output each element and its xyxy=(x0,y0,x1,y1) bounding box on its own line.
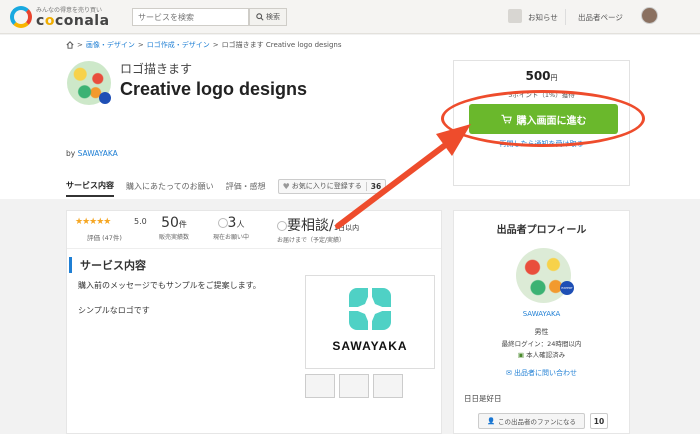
rating-score: 5.0 xyxy=(134,217,147,226)
header-divider xyxy=(565,9,566,25)
service-seller-link[interactable]: SAWAYAKA xyxy=(78,149,118,158)
rating-stars-icon: ★★★★★ xyxy=(75,217,111,227)
service-title: Creative logo designs xyxy=(120,79,308,99)
thumbnail-2[interactable] xyxy=(339,374,369,398)
price: 500円 xyxy=(525,69,558,83)
notice-icon[interactable] xyxy=(508,9,522,23)
annotation-oval xyxy=(441,90,645,147)
favorite-button[interactable]: ♥ お気に入りに登録する 36 xyxy=(277,178,387,194)
tab-service-content[interactable]: サービス内容 xyxy=(66,180,114,197)
clock-icon xyxy=(277,221,287,231)
service-description-2: シンプルなロゴです xyxy=(78,306,150,315)
breadcrumb-item-logo[interactable]: ロゴ作成・デザイン xyxy=(147,40,210,50)
hero-logo-text: SAWAYAKA xyxy=(332,339,408,353)
search-button[interactable]: 検索 xyxy=(249,8,287,26)
service-main-image[interactable]: SAWAYAKA xyxy=(305,275,435,369)
breadcrumb: > 画像・デザイン > ロゴ作成・デザイン > ロゴ描きます Creative … xyxy=(66,40,341,50)
thumbnail-3[interactable] xyxy=(373,374,403,398)
sales-stat: 50件 販売実績数 xyxy=(159,215,190,241)
seller-name-link[interactable]: SAWAYAKA xyxy=(454,310,629,318)
thumbnail-1[interactable] xyxy=(305,374,335,398)
tab-reviews[interactable]: 評価・感想 xyxy=(226,181,266,192)
person-icon: 👤 xyxy=(486,417,496,425)
seller-gender: 男性 xyxy=(534,328,549,336)
expert-badge-icon: EXPERT xyxy=(560,281,574,295)
contact-seller-link[interactable]: ✉ 出品者に問い合わせ xyxy=(454,368,629,378)
current-requests-stat: 3人 現在お願い中 xyxy=(213,215,250,241)
favorite-count: 36 xyxy=(365,181,385,191)
service-stats: ★★★★★ 5.0 評価 (47件) 50件 販売実績数 3人 現在お願い中 要… xyxy=(67,211,441,249)
logo-ring-icon xyxy=(10,6,32,28)
seller-profile-panel: 出品者プロフィール EXPERT SAWAYAKA 男性 最終ログイン：24時間… xyxy=(453,210,630,434)
rating-count-link[interactable]: 評価 (47件) xyxy=(87,232,122,242)
seller-avatar[interactable] xyxy=(516,248,571,303)
service-by-line: by SAWAYAKA xyxy=(66,149,118,158)
chat-icon: ✉ xyxy=(505,369,512,377)
fan-count: 10 xyxy=(590,413,608,429)
search-icon xyxy=(256,13,264,21)
service-description: 購入前のメッセージでもサンプルをご提案します。 xyxy=(78,281,261,290)
seller-verified: ▣ 本人確認済み xyxy=(517,351,566,359)
logo-wordmark: coconala xyxy=(36,13,110,29)
section-title: サービス内容 xyxy=(69,257,146,273)
service-subtitle: ロゴ描きます xyxy=(120,62,193,76)
coconala-logo[interactable]: みんなの得意を売り買い coconala xyxy=(10,4,120,30)
breadcrumb-item-current: ロゴ描きます Creative logo designs xyxy=(221,41,342,49)
seller-panel-title: 出品者プロフィール xyxy=(496,225,587,236)
tab-before-purchase[interactable]: 購入にあたってのお願い xyxy=(126,181,214,192)
seller-page-link[interactable]: 出品者ページ xyxy=(578,12,623,23)
search-input[interactable] xyxy=(132,8,249,26)
seller-rank-badge-icon xyxy=(99,92,111,104)
seller-status-text: 日日是好日 xyxy=(464,394,502,403)
become-fan-button[interactable]: 👤 この出品者のファンになる xyxy=(478,413,585,429)
top-header: みんなの得意を売り買い coconala 検索 お知らせ 出品者ページ xyxy=(0,0,700,34)
image-thumbnails xyxy=(305,374,403,398)
delivery-stat: 要相談/1日以内 お届けまで（予定/実績） xyxy=(277,218,360,244)
seller-last-login: 最終ログイン：24時間以内 xyxy=(501,340,582,348)
breadcrumb-item-design[interactable]: 画像・デザイン xyxy=(86,40,135,50)
service-content-panel: ★★★★★ 5.0 評価 (47件) 50件 販売実績数 3人 現在お願い中 要… xyxy=(66,210,442,434)
service-tabs: サービス内容 購入にあたってのお願い 評価・感想 ♥ お気に入りに登録する 36 xyxy=(66,174,387,198)
home-icon[interactable] xyxy=(66,41,74,49)
sawayaka-logo-mark-icon xyxy=(349,288,391,330)
notice-link[interactable]: お知らせ xyxy=(528,12,558,23)
user-avatar[interactable] xyxy=(641,7,658,24)
heart-icon: ♥ xyxy=(282,181,290,191)
service-header-area: > 画像・デザイン > ロゴ作成・デザイン > ロゴ描きます Creative … xyxy=(0,35,700,199)
id-card-icon: ▣ xyxy=(517,351,525,359)
person-icon xyxy=(217,218,228,228)
